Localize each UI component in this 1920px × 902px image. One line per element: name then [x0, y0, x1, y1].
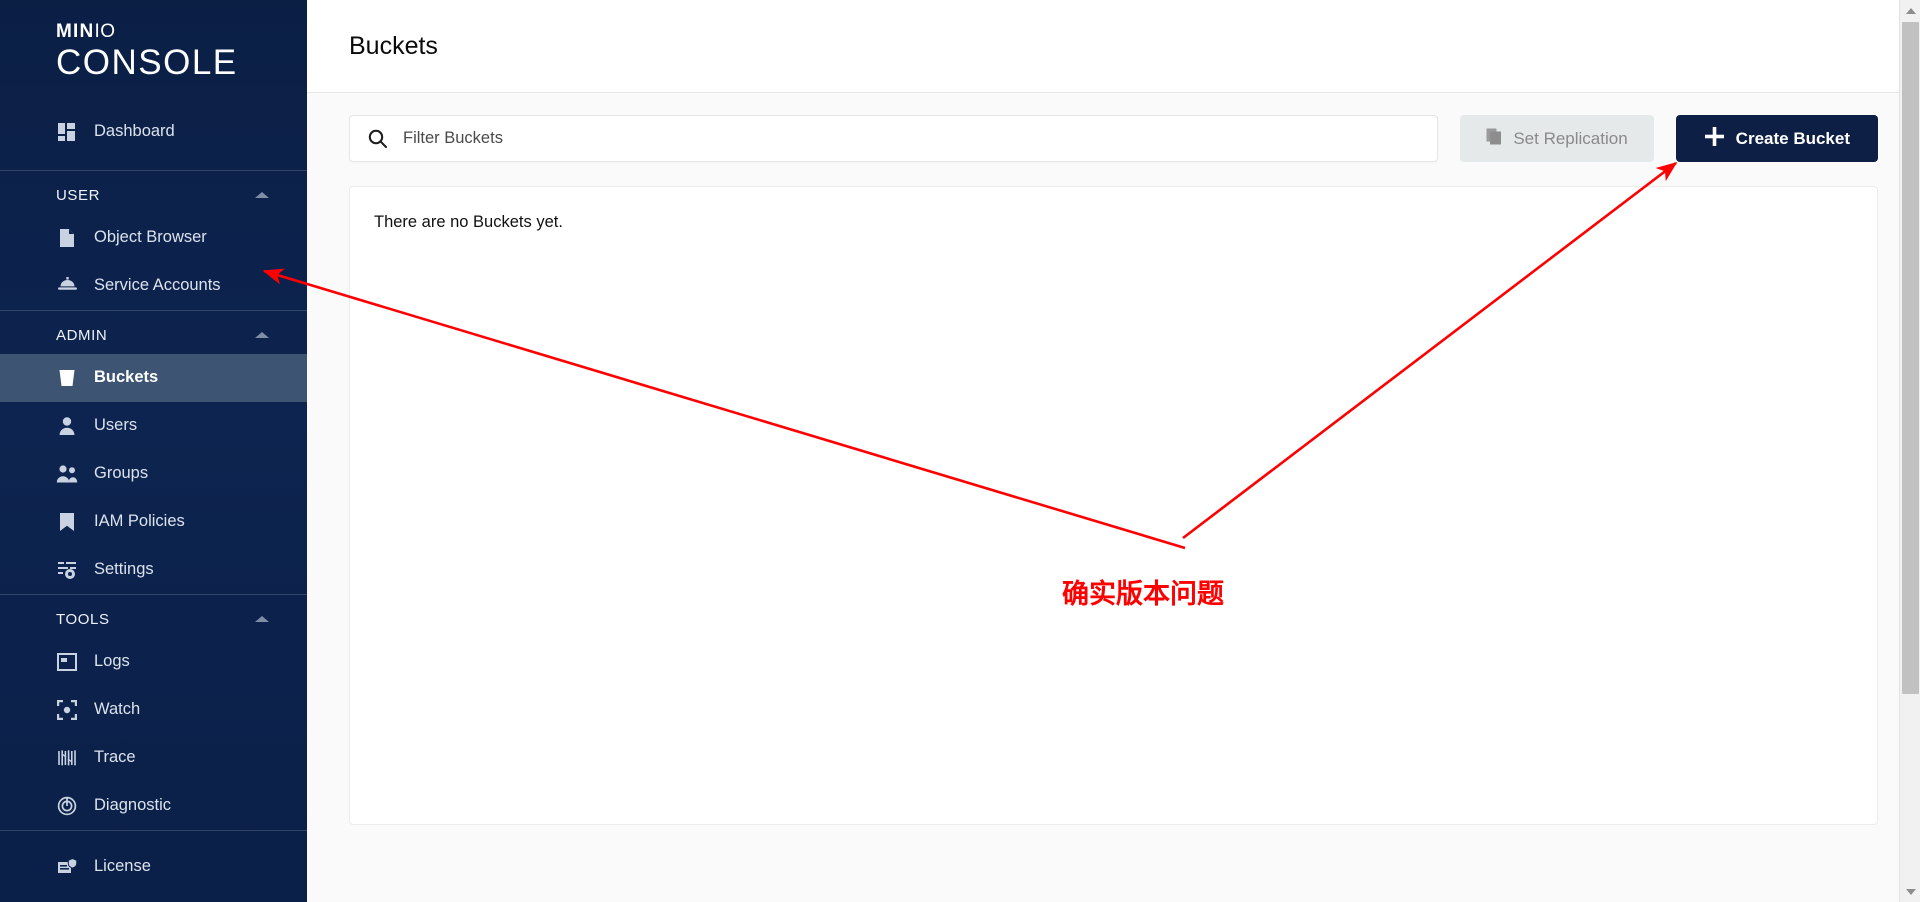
sidebar-item-diagnostic[interactable]: Diagnostic	[0, 782, 307, 830]
sidebar-section-tools-header[interactable]: TOOLS	[0, 595, 307, 638]
service-bell-icon	[56, 275, 78, 297]
chevron-up-icon[interactable]	[255, 616, 269, 623]
scroll-down-arrow-icon[interactable]	[1900, 881, 1920, 902]
chevron-up-icon[interactable]	[255, 192, 269, 199]
sidebar-item-license[interactable]: License	[0, 843, 307, 891]
logo-minio-wordmark: MINIO	[56, 22, 307, 41]
page-title: Buckets	[349, 31, 438, 60]
create-bucket-label: Create Bucket	[1735, 128, 1850, 148]
sidebar-section-user-header[interactable]: USER	[0, 171, 307, 214]
sidebar-item-label: Trace	[94, 748, 136, 767]
sidebar-item-buckets[interactable]: Buckets	[0, 353, 307, 402]
logo-console-text: CONSOLE	[56, 43, 238, 82]
set-replication-label: Set Replication	[1513, 128, 1628, 148]
license-icon	[56, 856, 78, 878]
chevron-up-icon[interactable]	[255, 332, 269, 339]
groups-icon	[56, 463, 78, 485]
app-root: MINIO CONSOLE Dashboard USER Object Brow…	[0, 0, 1920, 902]
sidebar-item-service-accounts[interactable]: Service Accounts	[0, 262, 307, 310]
sidebar-item-label: Groups	[94, 464, 149, 483]
sidebar-item-label: Diagnostic	[94, 796, 172, 815]
document-icon	[56, 227, 78, 249]
filter-buckets-container[interactable]	[349, 115, 1439, 162]
toolbar: Set Replication Create Bucket	[307, 93, 1920, 162]
create-bucket-button[interactable]: Create Bucket	[1675, 115, 1878, 162]
sidebar-section-title: USER	[56, 186, 101, 204]
sidebar-item-label: License	[94, 857, 151, 876]
sidebar-item-dashboard[interactable]: Dashboard	[0, 108, 307, 156]
sidebar-item-label: Dashboard	[94, 122, 175, 141]
logo-io-text: IO	[94, 21, 116, 42]
sidebar-item-label: Watch	[94, 700, 141, 719]
bucket-icon	[56, 367, 78, 389]
empty-state-message: There are no Buckets yet.	[374, 213, 563, 231]
plus-icon	[1704, 126, 1725, 152]
sidebar-item-users[interactable]: Users	[0, 402, 307, 450]
window-icon	[56, 651, 78, 673]
sidebar-section-title: TOOLS	[56, 610, 110, 628]
sidebar-item-groups[interactable]: Groups	[0, 450, 307, 498]
brand-logo: MINIO CONSOLE	[0, 0, 307, 82]
sidebar-item-logs[interactable]: Logs	[0, 638, 307, 686]
search-icon	[368, 129, 387, 148]
sidebar-item-label: Buckets	[94, 368, 159, 387]
sidebar-item-object-browser[interactable]: Object Browser	[0, 214, 307, 262]
main-content: Buckets Set Replication	[307, 0, 1920, 902]
page-header: Buckets	[307, 0, 1920, 93]
sidebar-item-watch[interactable]: Watch	[0, 686, 307, 734]
scroll-up-arrow-icon[interactable]	[1900, 0, 1920, 21]
sidebar-item-label: IAM Policies	[94, 512, 185, 531]
set-replication-button[interactable]: Set Replication	[1460, 115, 1654, 162]
sidebar-section-admin-header[interactable]: ADMIN	[0, 311, 307, 354]
copy-icon	[1486, 128, 1502, 150]
buckets-list-card: There are no Buckets yet.	[349, 186, 1878, 825]
sidebar-item-label: Settings	[94, 560, 154, 579]
bookmark-icon	[56, 511, 78, 533]
user-icon	[56, 415, 78, 437]
watch-target-icon	[56, 699, 78, 721]
dashboard-icon	[56, 121, 78, 143]
scrollbar-thumb[interactable]	[1902, 22, 1919, 694]
filter-buckets-input[interactable]	[403, 129, 1420, 148]
sidebar-item-iam-policies[interactable]: IAM Policies	[0, 498, 307, 546]
settings-sliders-icon	[56, 559, 78, 581]
page-scrollbar[interactable]	[1899, 0, 1920, 902]
sidebar-item-label: Object Browser	[94, 228, 207, 247]
sidebar-item-label: Logs	[94, 652, 130, 671]
sidebar-item-label: Service Accounts	[94, 276, 221, 295]
sidebar-item-trace[interactable]: Trace	[0, 734, 307, 782]
sidebar-item-label: Users	[94, 416, 138, 435]
sidebar-divider	[0, 829, 307, 831]
sidebar-top-group: Dashboard	[0, 82, 307, 170]
annotation-text: 确实版本问题	[1062, 579, 1224, 610]
sidebar-section-title: ADMIN	[56, 326, 108, 344]
sidebar-item-settings[interactable]: Settings	[0, 546, 307, 594]
sidebar: MINIO CONSOLE Dashboard USER Object Brow…	[0, 0, 307, 902]
diagnostic-icon	[56, 795, 78, 817]
trace-icon	[56, 747, 78, 769]
logo-min-text: MIN	[56, 21, 95, 42]
